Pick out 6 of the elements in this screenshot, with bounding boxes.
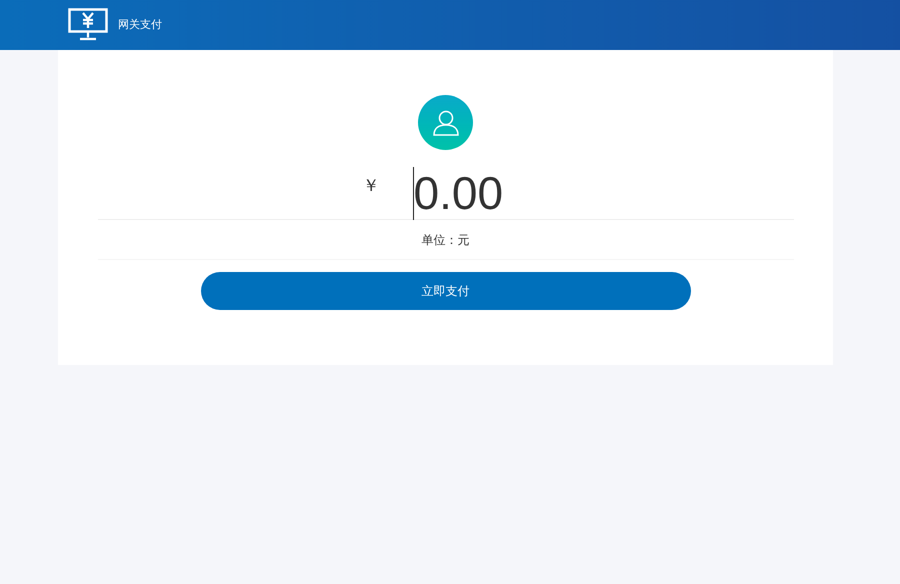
unit-label: 单位：元	[422, 232, 470, 248]
currency-symbol: ￥	[362, 175, 380, 198]
monitor-yen-icon	[68, 8, 108, 42]
pay-button[interactable]: 立即支付	[200, 272, 690, 310]
header-title: 网关支付	[118, 18, 162, 33]
amount-field[interactable]: 0.00	[412, 166, 612, 220]
